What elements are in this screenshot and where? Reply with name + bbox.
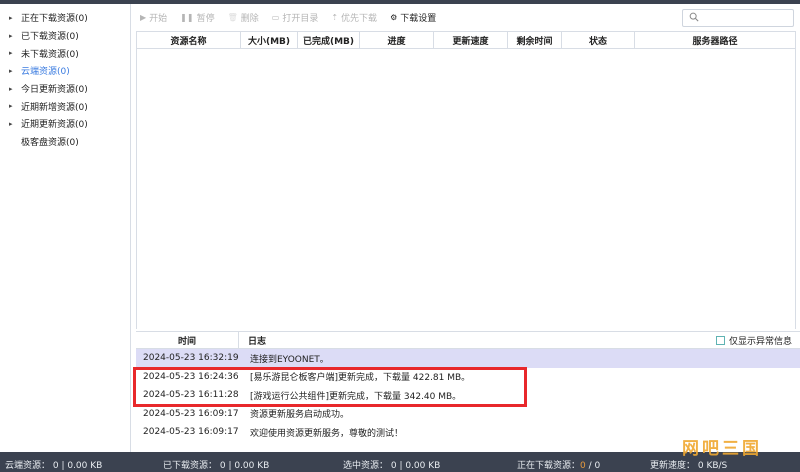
status-downloading-label: 正在下载资源：	[517, 461, 581, 471]
delete-button-label: 删除	[240, 13, 259, 24]
sidebar-item-label: 近期更新资源(0)	[21, 120, 88, 131]
log-column-message: 日志	[248, 336, 267, 347]
sidebar-item-recent-updated[interactable]: ▸ 近期更新资源(0)	[0, 115, 130, 133]
priority-download-button[interactable]: ⇡ 优先下载	[331, 11, 377, 24]
watermark-logo: 网吧三国	[682, 439, 762, 459]
delete-button[interactable]: 🗑 删除	[228, 11, 259, 24]
column-header-remaining-time[interactable]: 剩余时间	[508, 32, 562, 48]
gear-icon: ⚙	[390, 12, 398, 22]
column-header-name[interactable]: 资源名称	[137, 32, 241, 48]
status-update-speed: 更新速度： 0 KB/S	[650, 461, 728, 471]
status-downloading-total: / 0	[585, 461, 601, 471]
expand-arrow-icon[interactable]: ▸	[9, 67, 21, 75]
start-button[interactable]: ▶ 开始	[140, 11, 167, 24]
sidebar-item-label: 云端资源(0)	[21, 67, 70, 78]
sidebar-item-not-downloaded[interactable]: ▸ 未下载资源(0)	[0, 44, 130, 62]
status-bar: 云端资源： 0 | 0.00 KB 已下载资源： 0 | 0.00 KB 选中资…	[0, 452, 800, 472]
toolbar: ▶ 开始 ❚❚ 暂停 🗑 删除 ▭ 打开目录 ⇡ 优先下载 ⚙ 下载设置	[132, 4, 800, 30]
sidebar-item-label: 已下载资源(0)	[21, 32, 79, 43]
search-icon	[689, 12, 699, 22]
log-row[interactable]: 2024-05-23 16:32:19 连接到EYOONET。	[136, 349, 800, 368]
sidebar-item-label: 今日更新资源(0)	[21, 85, 88, 96]
column-header-status[interactable]: 状态	[562, 32, 635, 48]
resource-table-header: 资源名称 大小(MB) 已完成(MB) 进度 更新速度 剩余时间 状态 服务器路…	[136, 31, 796, 49]
column-header-size[interactable]: 大小(MB)	[241, 32, 298, 48]
log-row[interactable]: 2024-05-23 16:09:17 资源更新服务启动成功。	[136, 405, 800, 424]
play-icon: ▶	[140, 12, 147, 22]
log-message: 连接到EYOONET。	[250, 354, 329, 365]
folder-icon: ▭	[271, 12, 280, 22]
sidebar-item-recent-added[interactable]: ▸ 近期新增资源(0)	[0, 97, 130, 115]
expand-arrow-icon[interactable]: ▸	[9, 120, 21, 128]
status-downloading-resources: 正在下载资源：0 / 0	[517, 458, 600, 471]
pause-button-label: 暂停	[196, 13, 215, 24]
column-header-progress[interactable]: 进度	[360, 32, 434, 48]
resource-category-sidebar: ▸ 正在下载资源(0) ▸ 已下载资源(0) ▸ 未下载资源(0) ▸ 云端资源…	[0, 4, 131, 452]
sidebar-item-geek-disk[interactable]: 极客盘资源(0)	[0, 133, 130, 151]
log-time: 2024-05-23 16:09:17	[143, 408, 239, 419]
priority-arrow-icon: ⇡	[331, 12, 339, 22]
pause-button[interactable]: ❚❚ 暂停	[180, 11, 214, 24]
sidebar-item-label: 正在下载资源(0)	[21, 14, 88, 25]
column-header-update-speed[interactable]: 更新速度	[434, 32, 508, 48]
sidebar-item-label: 极客盘资源(0)	[21, 138, 79, 149]
status-selected-resources: 选中资源： 0 | 0.00 KB	[343, 461, 441, 471]
log-header: 时间 日志 仅显示异常信息	[136, 331, 800, 349]
download-settings-button[interactable]: ⚙ 下载设置	[390, 11, 436, 24]
log-time: 2024-05-23 16:09:17	[143, 427, 239, 438]
start-button-label: 开始	[149, 13, 168, 24]
log-message: 资源更新服务启动成功。	[250, 410, 350, 421]
sidebar-item-today-updated[interactable]: ▸ 今日更新资源(0)	[0, 80, 130, 98]
status-downloaded-resources: 已下载资源： 0 | 0.00 KB	[163, 461, 270, 471]
pause-icon: ❚❚	[180, 12, 194, 22]
expand-arrow-icon[interactable]: ▸	[9, 85, 21, 93]
red-highlight-box	[133, 367, 527, 407]
column-header-completed[interactable]: 已完成(MB)	[298, 32, 360, 48]
only-errors-label: 仅显示异常信息	[728, 336, 792, 347]
trash-icon: 🗑	[227, 12, 238, 22]
log-time: 2024-05-23 16:32:19	[143, 353, 239, 364]
expand-arrow-icon[interactable]: ▸	[9, 102, 21, 110]
resource-table-body[interactable]	[136, 49, 796, 329]
sidebar-item-label: 近期新增资源(0)	[21, 102, 88, 113]
expand-arrow-icon[interactable]: ▸	[9, 14, 21, 22]
only-errors-checkbox[interactable]	[715, 335, 725, 345]
log-message: 欢迎使用资源更新服务，尊敬的测试！	[250, 428, 404, 439]
sidebar-item-downloading[interactable]: ▸ 正在下载资源(0)	[0, 9, 130, 27]
download-settings-label: 下载设置	[400, 13, 437, 24]
log-column-time: 时间	[136, 332, 239, 348]
expand-arrow-icon[interactable]: ▸	[9, 32, 21, 40]
sidebar-item-downloaded[interactable]: ▸ 已下载资源(0)	[0, 27, 130, 45]
open-directory-label: 打开目录	[282, 13, 319, 24]
search-input[interactable]	[682, 9, 794, 27]
open-directory-button[interactable]: ▭ 打开目录	[272, 11, 319, 24]
sidebar-item-cloud[interactable]: ▸ 云端资源(0)	[0, 62, 130, 80]
priority-download-label: 优先下载	[341, 13, 378, 24]
column-header-server-path[interactable]: 服务器路径	[635, 32, 795, 48]
only-errors-toggle[interactable]: 仅显示异常信息	[715, 334, 792, 347]
expand-arrow-icon[interactable]: ▸	[9, 49, 21, 57]
status-cloud-resources: 云端资源： 0 | 0.00 KB	[5, 461, 103, 471]
sidebar-item-label: 未下载资源(0)	[21, 49, 79, 60]
